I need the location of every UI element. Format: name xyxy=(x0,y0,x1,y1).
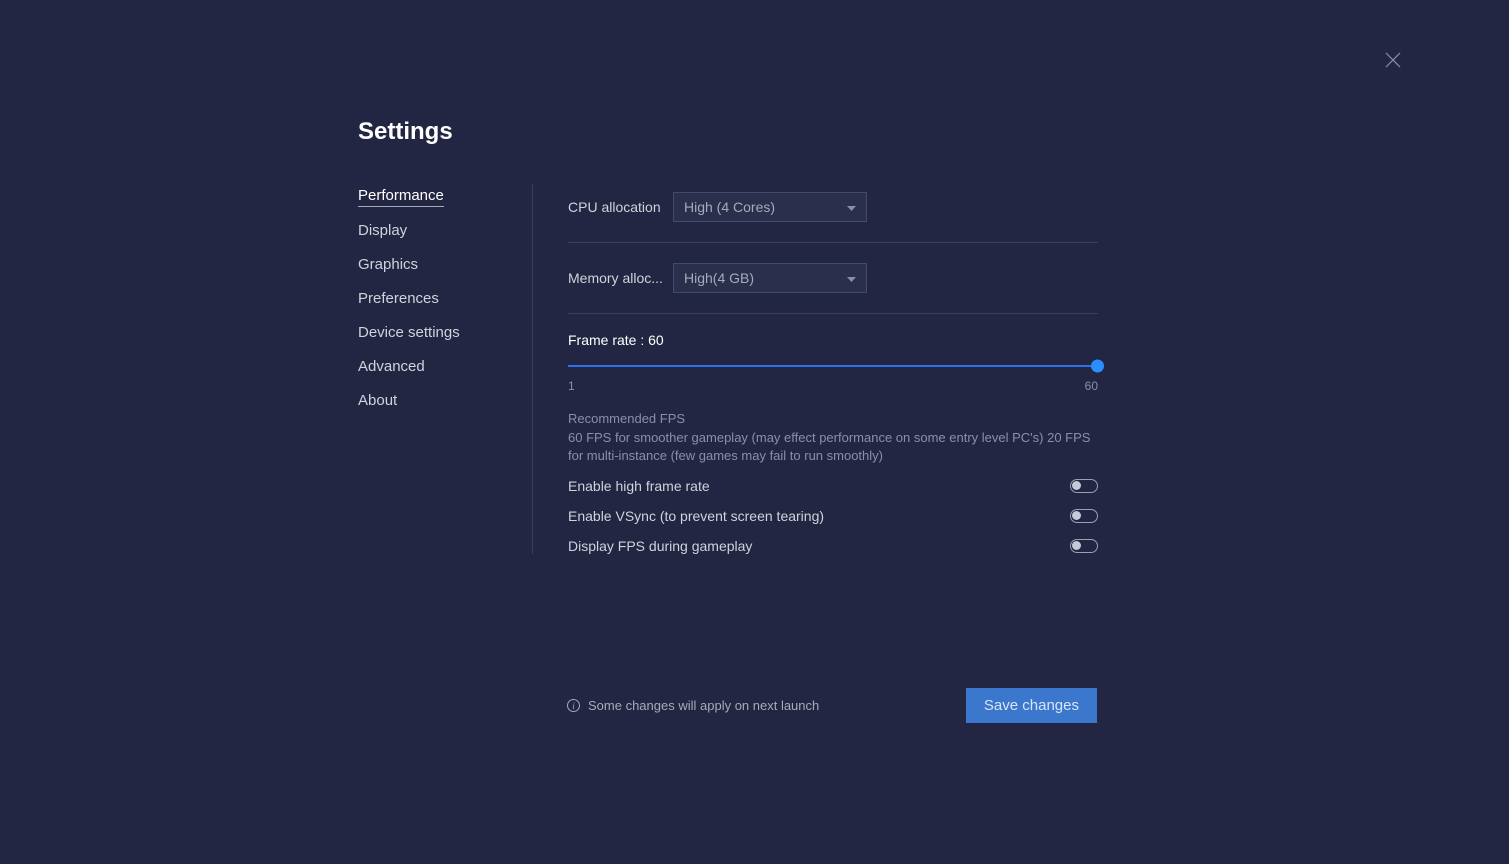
sidebar-item-device-settings[interactable]: Device settings xyxy=(358,324,460,343)
toggle-knob xyxy=(1072,481,1081,490)
page-title: Settings xyxy=(358,118,1098,146)
close-button[interactable] xyxy=(1383,50,1403,70)
save-changes-button[interactable]: Save changes xyxy=(966,688,1097,723)
framerate-value: 60 xyxy=(648,332,664,348)
main-panel: CPU allocation High (4 Cores) Memory all… xyxy=(533,184,1098,554)
memory-allocation-label: Memory alloc... xyxy=(568,270,673,286)
sidebar-item-about[interactable]: About xyxy=(358,392,397,411)
memory-allocation-value: High(4 GB) xyxy=(684,270,754,286)
sidebar-item-advanced[interactable]: Advanced xyxy=(358,358,425,377)
caret-down-icon xyxy=(847,199,856,215)
footer-note-text: Some changes will apply on next launch xyxy=(588,698,819,713)
recommended-fps-text: 60 FPS for smoother gameplay (may effect… xyxy=(568,429,1098,464)
toggle-vsync[interactable] xyxy=(1070,509,1098,523)
caret-down-icon xyxy=(847,270,856,286)
framerate-label: Frame rate : 60 xyxy=(568,332,1098,348)
cpu-allocation-label: CPU allocation xyxy=(568,199,673,215)
sidebar-item-preferences[interactable]: Preferences xyxy=(358,290,439,309)
sidebar-item-display[interactable]: Display xyxy=(358,222,407,241)
footer-note: i Some changes will apply on next launch xyxy=(567,698,819,713)
divider xyxy=(568,242,1098,243)
framerate-min: 1 xyxy=(568,379,575,393)
toggle-knob xyxy=(1072,511,1081,520)
recommended-fps-title: Recommended FPS xyxy=(568,411,1098,426)
toggle-display-fps[interactable] xyxy=(1070,539,1098,553)
toggle-knob xyxy=(1072,541,1081,550)
sidebar-item-graphics[interactable]: Graphics xyxy=(358,256,418,275)
framerate-max: 60 xyxy=(1085,379,1098,393)
slider-thumb[interactable] xyxy=(1091,360,1104,373)
toggle-high-framerate[interactable] xyxy=(1070,479,1098,493)
toggle-display-fps-label: Display FPS during gameplay xyxy=(568,538,752,554)
framerate-slider[interactable] xyxy=(568,359,1098,373)
sidebar-item-performance[interactable]: Performance xyxy=(358,187,444,207)
toggle-vsync-label: Enable VSync (to prevent screen tearing) xyxy=(568,508,824,524)
cpu-allocation-value: High (4 Cores) xyxy=(684,199,775,215)
toggle-high-framerate-label: Enable high frame rate xyxy=(568,478,710,494)
info-icon: i xyxy=(567,699,580,712)
memory-allocation-select[interactable]: High(4 GB) xyxy=(673,263,867,293)
divider xyxy=(568,313,1098,314)
cpu-allocation-select[interactable]: High (4 Cores) xyxy=(673,192,867,222)
close-icon xyxy=(1385,52,1401,68)
sidebar: Performance Display Graphics Preferences… xyxy=(358,184,533,554)
